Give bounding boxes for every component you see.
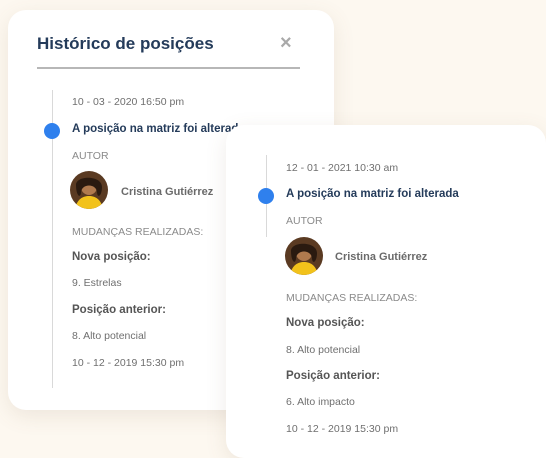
changes-label: MUDANÇAS REALIZADAS: [286, 292, 418, 304]
footer-date: 10 - 12 - 2019 15:30 pm [286, 423, 399, 435]
author-label: AUTOR [72, 150, 109, 162]
new-position-value: 8. Alto potencial [286, 344, 361, 356]
new-position-label: Nova posição: [72, 251, 151, 263]
footer-date: 10 - 12 - 2019 15:30 pm [72, 357, 185, 369]
previous-position-label: Posição anterior: [72, 304, 166, 316]
entry-headline: A posição na matriz foi alterada [72, 123, 238, 135]
previous-position-label: Posição anterior: [286, 370, 380, 382]
author-name: Cristina Gutiérrez [335, 251, 428, 263]
title-divider [37, 67, 300, 69]
entry-date: 12 - 01 - 2021 10:30 am [286, 162, 399, 174]
previous-position-value: 6. Alto impacto [286, 396, 355, 408]
close-icon[interactable]: × [280, 32, 292, 55]
entry-headline: A posição na matriz foi alterada [286, 188, 459, 200]
changes-label: MUDANÇAS REALIZADAS: [72, 226, 204, 238]
previous-position-value: 8. Alto potencial [72, 330, 147, 342]
panel-title: Histórico de posições [37, 34, 214, 53]
history-entry-card: 12 - 01 - 2021 10:30 am A posição na mat… [226, 125, 546, 458]
new-position-value: 9. Estrelas [72, 277, 122, 289]
author-name: Cristina Gutiérrez [121, 186, 214, 198]
timeline-dot [258, 188, 274, 204]
author-label: AUTOR [286, 215, 323, 227]
avatar [285, 237, 323, 275]
avatar [70, 171, 108, 209]
entry-date: 10 - 03 - 2020 16:50 pm [72, 96, 185, 108]
new-position-label: Nova posição: [286, 317, 365, 329]
timeline-dot [44, 123, 60, 139]
